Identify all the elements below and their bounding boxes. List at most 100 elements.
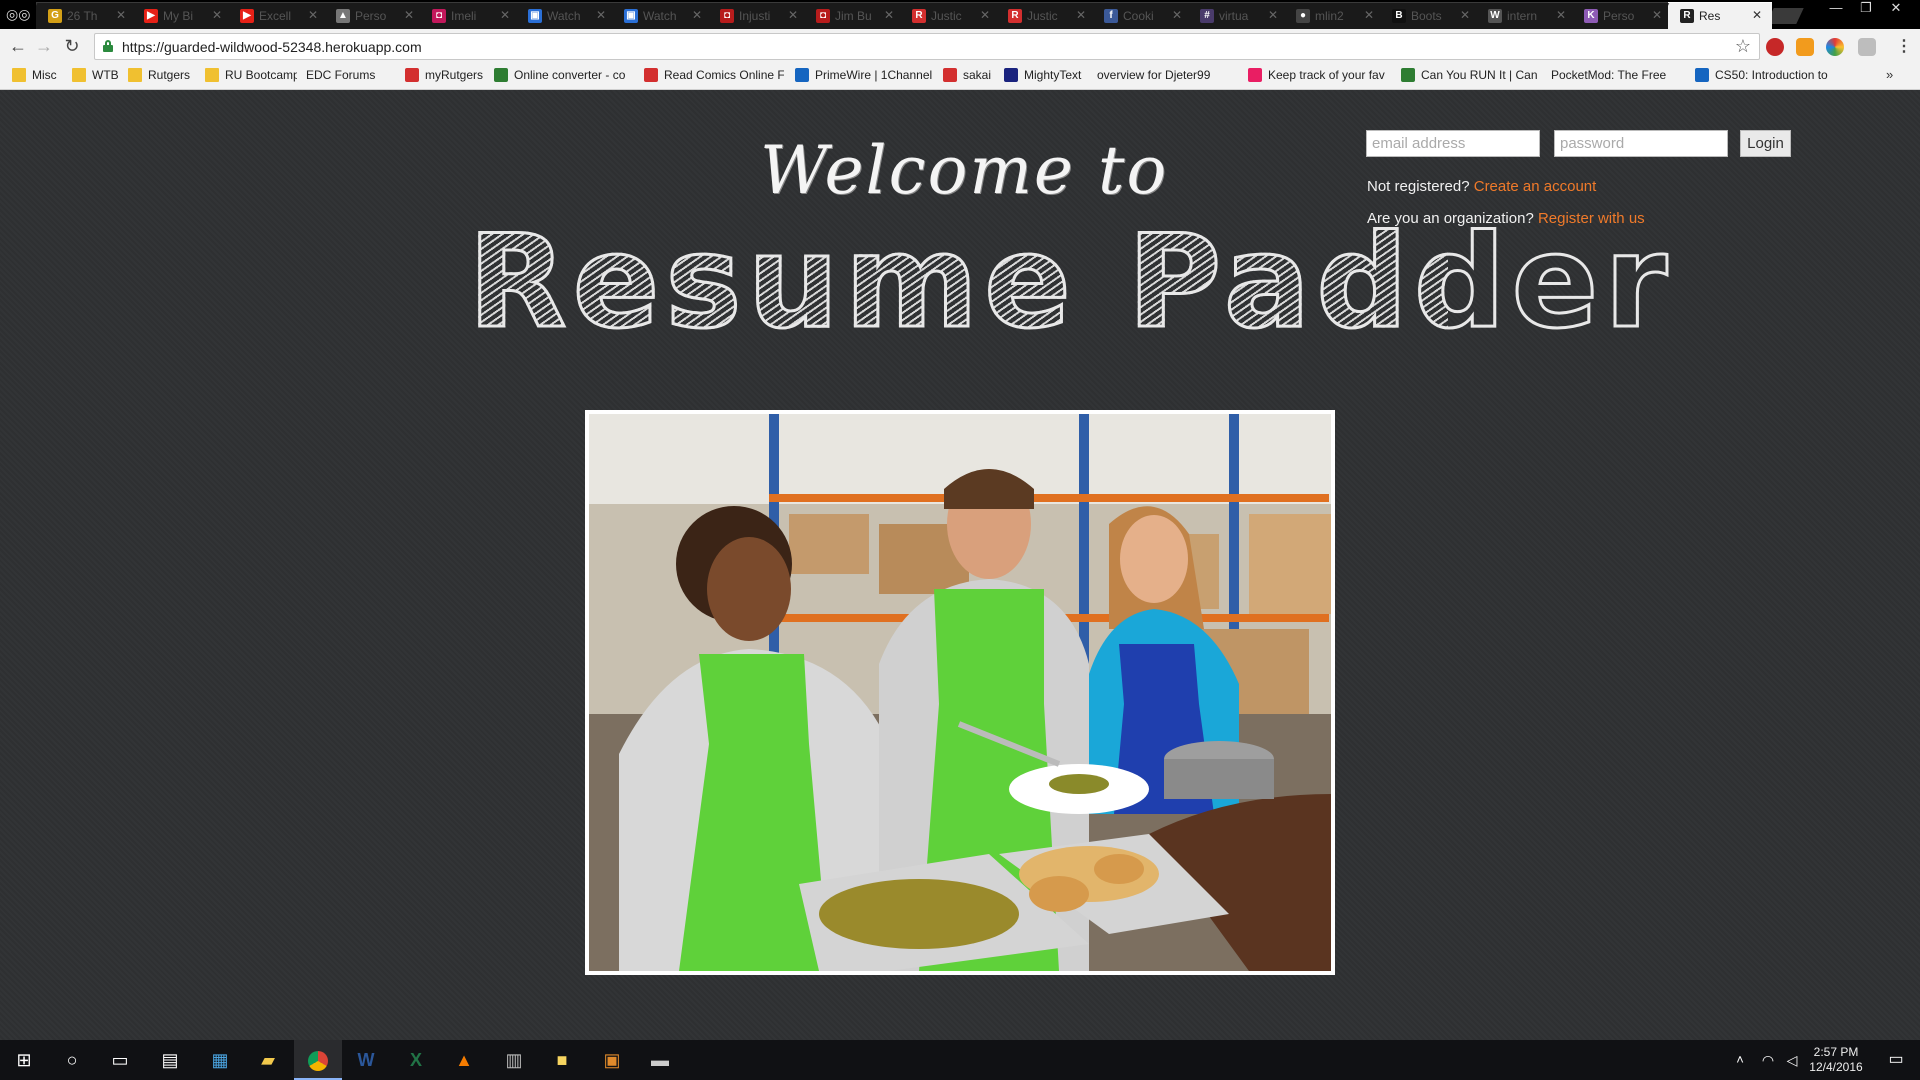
notifications-icon[interactable]: ▭ — [1872, 1040, 1920, 1080]
task-view-icon[interactable]: ▭ — [96, 1040, 144, 1080]
browser-tab[interactable]: ◘ Imeli ✕ — [420, 2, 524, 29]
close-tab-icon[interactable]: ✕ — [980, 8, 990, 22]
browser-tab[interactable]: ▶ My Bi ✕ — [132, 2, 236, 29]
browser-tab[interactable]: # virtua ✕ — [1188, 2, 1292, 29]
extension-color-icon[interactable] — [1826, 38, 1844, 56]
bookmark-item[interactable]: WTB — [72, 68, 120, 86]
close-tab-icon[interactable]: ✕ — [1460, 8, 1470, 22]
extension-adblock-icon[interactable] — [1766, 38, 1784, 56]
bookmark-item[interactable]: Read Comics Online F — [644, 68, 784, 86]
password-field[interactable] — [1554, 130, 1728, 157]
browser-tab[interactable]: R Justic ✕ — [996, 2, 1100, 29]
extension-orange-icon[interactable] — [1796, 38, 1814, 56]
forward-icon[interactable]: → — [32, 35, 56, 59]
browser-tab[interactable]: ● mlin2 ✕ — [1284, 2, 1388, 29]
bookmark-label: Rutgers — [148, 68, 191, 82]
browser-tab[interactable]: f Cooki ✕ — [1092, 2, 1196, 29]
tab-title: Boots — [1411, 9, 1442, 23]
minimize-icon[interactable]: — — [1822, 0, 1850, 18]
file-explorer-icon[interactable]: ▰ — [244, 1040, 292, 1080]
close-tab-icon[interactable]: ✕ — [1752, 8, 1762, 22]
bookmark-item[interactable]: Online converter - co — [494, 68, 634, 86]
word-icon[interactable]: W — [342, 1040, 390, 1080]
terminal-icon[interactable]: ▬ — [636, 1040, 684, 1080]
close-tab-icon[interactable]: ✕ — [308, 8, 318, 22]
bookmark-item[interactable]: PocketMod: The Free — [1551, 68, 1685, 86]
volunteers-illustration — [589, 414, 1331, 971]
close-tab-icon[interactable]: ✕ — [1652, 8, 1662, 22]
restore-icon[interactable]: ❐ — [1852, 0, 1880, 18]
close-tab-icon[interactable]: ✕ — [500, 8, 510, 22]
browser-tab[interactable]: ◘ Jim Bu ✕ — [804, 2, 908, 29]
close-tab-icon[interactable]: ✕ — [116, 8, 126, 22]
clock-time: 2:57 PM — [1813, 1045, 1859, 1059]
library-icon[interactable]: ▥ — [490, 1040, 538, 1080]
close-tab-icon[interactable]: ✕ — [404, 8, 414, 22]
bookmark-item[interactable]: PrimeWire | 1Channel — [795, 68, 933, 86]
close-tab-icon[interactable]: ✕ — [1076, 8, 1086, 22]
bookmark-star-icon[interactable]: ☆ — [1735, 36, 1751, 57]
hero-image-frame — [585, 410, 1335, 975]
close-tab-icon[interactable]: ✕ — [1172, 8, 1182, 22]
store-icon[interactable]: ▦ — [196, 1040, 244, 1080]
email-field[interactable] — [1366, 130, 1540, 157]
close-tab-icon[interactable]: ✕ — [788, 8, 798, 22]
computer-icon[interactable]: ▤ — [146, 1040, 194, 1080]
chrome-icon[interactable] — [294, 1040, 342, 1080]
start-button-icon[interactable]: ⊞ — [0, 1040, 48, 1080]
bookmark-item[interactable]: EDC Forums — [306, 68, 394, 86]
system-clock[interactable]: 2:57 PM 12/4/2016 — [1804, 1045, 1868, 1075]
browser-tab[interactable]: Wintern ✕ — [1476, 2, 1580, 29]
vlc-icon[interactable]: ▲ — [440, 1040, 488, 1080]
folder-icon — [12, 68, 26, 82]
more-bookmarks-icon[interactable]: » — [1886, 67, 1893, 82]
browser-tab[interactable]: K Perso ✕ — [1572, 2, 1676, 29]
bookmark-item[interactable]: sakai — [943, 68, 995, 86]
bookmark-item[interactable]: Keep track of your fav — [1248, 68, 1388, 86]
bookmark-item[interactable]: Rutgers — [128, 68, 198, 86]
close-tab-icon[interactable]: ✕ — [1364, 8, 1374, 22]
tab-title: Perso — [355, 9, 387, 23]
close-tab-icon[interactable]: ✕ — [596, 8, 606, 22]
search-icon[interactable]: ○ — [48, 1040, 96, 1080]
reload-icon[interactable]: ↻ — [60, 35, 84, 59]
browser-tab[interactable]: R Justic ✕ — [900, 2, 1004, 29]
browser-tab[interactable]: ▲ Perso ✕ — [324, 2, 428, 29]
bookmark-item[interactable]: overview for Djeter99 — [1097, 68, 1237, 86]
bookmark-item[interactable]: MightyText — [1004, 68, 1086, 86]
browser-tab[interactable]: ▶ Excell ✕ — [228, 2, 332, 29]
address-bar[interactable]: https://guarded-wildwood-52348.herokuapp… — [94, 33, 1760, 60]
browser-tab[interactable]: B Boots ✕ — [1380, 2, 1484, 29]
tab-favicon-icon: # — [1200, 9, 1214, 23]
extension-gray-icon[interactable] — [1858, 38, 1876, 56]
tab-title: virtua — [1219, 9, 1249, 23]
bookmark-item[interactable]: CS50: Introduction to — [1695, 68, 1835, 86]
browser-tab[interactable]: ▣ Watch ✕ — [612, 2, 716, 29]
sublime-text-icon[interactable]: ▣ — [588, 1040, 636, 1080]
excel-icon[interactable]: X — [392, 1040, 440, 1080]
sticky-notes-icon[interactable]: ■ — [538, 1040, 586, 1080]
browser-tab[interactable]: ▣ Watch ✕ — [516, 2, 620, 29]
tab-favicon-icon: ◘ — [720, 9, 734, 23]
close-window-icon[interactable]: ✕ — [1882, 0, 1910, 18]
close-tab-icon[interactable]: ✕ — [1268, 8, 1278, 22]
browser-tab[interactable]: G 26 Th ✕ — [36, 2, 140, 29]
tab-favicon-icon: ◘ — [816, 9, 830, 23]
bookmark-item[interactable]: RU Bootcamp — [205, 68, 297, 86]
browser-tab[interactable]: R Res ✕ — [1668, 2, 1772, 29]
close-tab-icon[interactable]: ✕ — [212, 8, 222, 22]
login-button[interactable]: Login — [1740, 130, 1791, 157]
bookmark-item[interactable]: Can You RUN It | Can — [1401, 68, 1541, 86]
browser-tab[interactable]: ◘ Injusti ✕ — [708, 2, 812, 29]
bookmark-item[interactable]: myRutgers — [405, 68, 485, 86]
close-tab-icon[interactable]: ✕ — [1556, 8, 1566, 22]
browser-tab-strip: ◎◎ G 26 Th ✕ ▶ My Bi ✕ ▶ Excell ✕ ▲ Perso ✕ ◘ Imeli ✕ ▣… — [0, 0, 1920, 29]
page-content: Welcome to Resume Padder Login Not regis… — [0, 90, 1920, 1040]
bookmark-item[interactable]: Misc — [12, 68, 62, 86]
back-icon[interactable]: ← — [6, 35, 30, 59]
register-organization-link[interactable]: Register with us — [1538, 210, 1645, 227]
create-account-link[interactable]: Create an account — [1474, 178, 1597, 195]
close-tab-icon[interactable]: ✕ — [884, 8, 894, 22]
close-tab-icon[interactable]: ✕ — [692, 8, 702, 22]
browser-menu-icon[interactable]: ⋮ — [1896, 36, 1912, 56]
